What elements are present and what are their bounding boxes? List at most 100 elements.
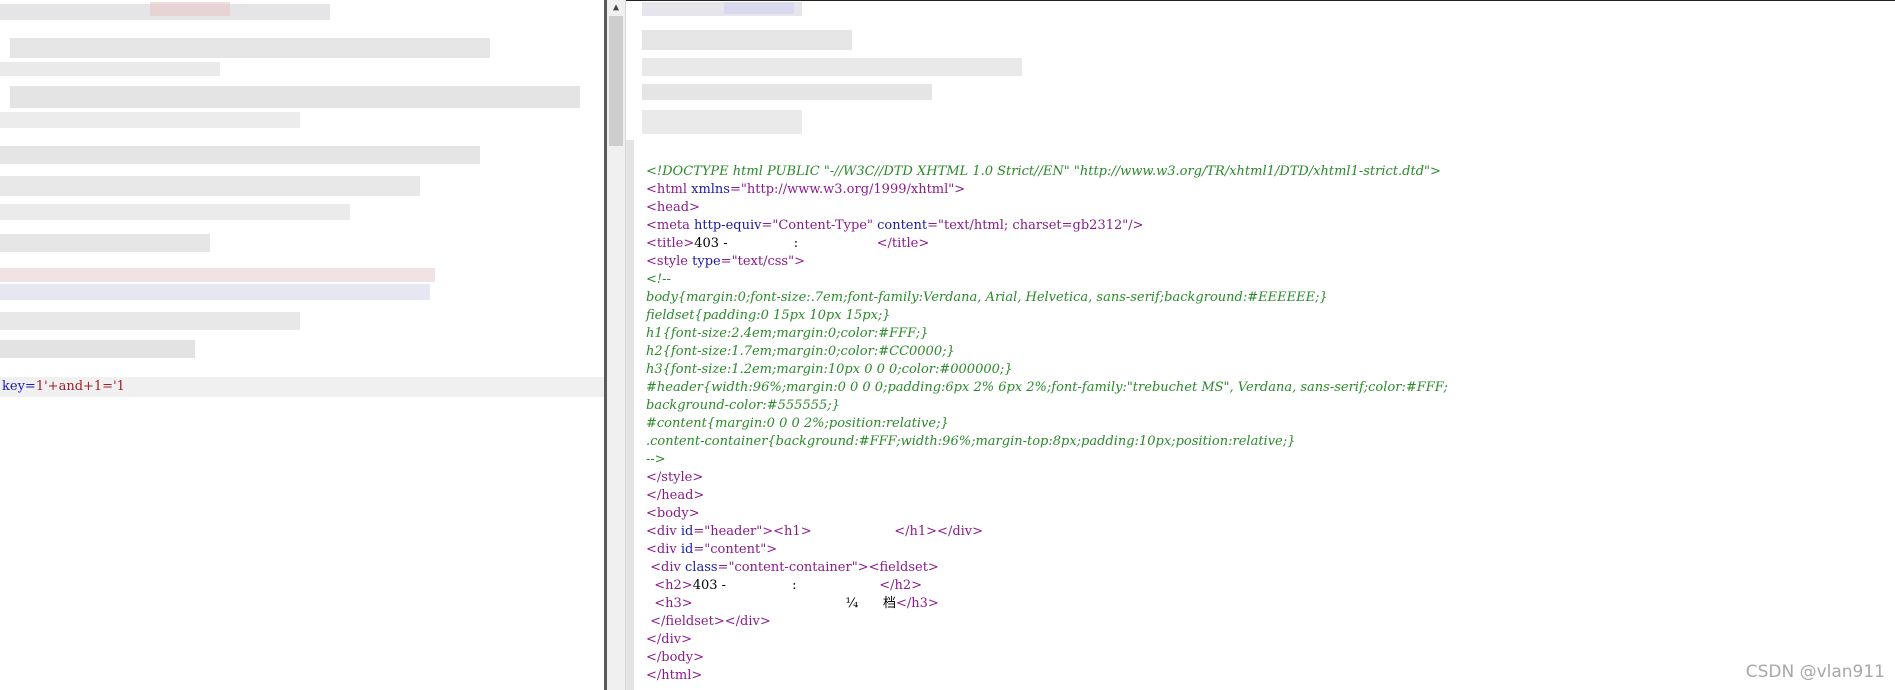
code-token: </head> [646, 488, 705, 503]
code-line: <style type="text/css"> [646, 253, 1448, 271]
code-line: </fieldset></div> [646, 613, 1448, 631]
code-token: type [692, 254, 721, 269]
code-line: <html xmlns="http://www.w3.org/1999/xhtm… [646, 181, 1448, 199]
code-token: </h2> [879, 578, 922, 593]
code-token: <html [646, 182, 692, 197]
code-token: = [927, 218, 938, 233]
code-token: ¼ 档 [692, 596, 896, 611]
code-line: #content{margin:0 0 0 2%;position:relati… [646, 415, 1448, 433]
code-token: "content" [704, 542, 767, 557]
watermark: CSDN @vlan911 [1745, 662, 1885, 682]
code-line: body{margin:0;font-size:.7em;font-family… [646, 289, 1448, 307]
code-token: http-equiv [694, 218, 762, 233]
code-line: <div id="content"> [646, 541, 1448, 559]
code-token: </div> [646, 632, 692, 647]
code-token: <!-- [646, 272, 671, 287]
code-token: </h1></div> [894, 524, 984, 539]
code-line: <h2>403 - : </h2> [646, 577, 1448, 595]
code-token: content [877, 218, 928, 233]
code-line: <div class="content-container"><fieldset… [646, 559, 1448, 577]
code-token: <h2> [654, 578, 693, 593]
redacted-response-headers [634, 0, 1054, 150]
code-token: </title> [876, 236, 930, 251]
code-token: h1{font-size:2.4em;margin:0;color:#FFF;} [646, 326, 929, 341]
code-line: <h3> ¼ 档</h3> [646, 595, 1448, 613]
code-token: body{margin:0;font-size:.7em;font-family… [646, 290, 1328, 305]
code-token: --> [646, 452, 666, 467]
code-line: </html> [646, 667, 1448, 685]
code-token: ><h1> [762, 524, 812, 539]
code-line: background-color:#555555;} [646, 397, 1448, 415]
code-line: h3{font-size:1.2em;margin:10px 0 0 0;col… [646, 361, 1448, 379]
code-token: "http://www.w3.org/1999/xhtml" [740, 182, 955, 197]
response-source-code[interactable]: <!DOCTYPE html PUBLIC "-//W3C//DTD XHTML… [646, 163, 1448, 685]
code-line: <meta http-equiv="Content-Type" content=… [646, 217, 1448, 235]
code-token: #header{width:96%;margin:0 0 0 0;padding… [646, 380, 1448, 395]
response-pane[interactable]: <!DOCTYPE html PUBLIC "-//W3C//DTD XHTML… [634, 0, 1895, 690]
code-line: <body> [646, 505, 1448, 523]
code-token: ><fieldset> [857, 560, 939, 575]
code-token: <div [646, 524, 681, 539]
param-value: 1'+and+1='1 [35, 379, 125, 394]
param-equals: = [24, 379, 36, 394]
code-token: <!DOCTYPE html PUBLIC "-//W3C//DTD XHTML… [646, 164, 1441, 179]
code-token: 403 - : [692, 578, 880, 593]
code-token: = [717, 560, 729, 575]
code-token: 403 - : [694, 236, 877, 251]
code-token: h3{font-size:1.2em;margin:10px 0 0 0;col… [646, 362, 1013, 377]
scroll-up-icon[interactable]: ▲ [607, 0, 625, 16]
code-token: class [685, 560, 718, 575]
code-token: <head> [646, 200, 700, 215]
code-line: <div id="header"><h1> </h1></div> [646, 523, 1448, 541]
code-line: </head> [646, 487, 1448, 505]
code-token: </html> [646, 668, 703, 683]
code-token: <h3> [654, 596, 693, 611]
code-token: "header" [704, 524, 763, 539]
code-token: = [720, 254, 732, 269]
request-pane[interactable]: key=1'+and+1='1 [0, 0, 604, 690]
code-token: "content-container" [728, 560, 858, 575]
code-token: <div [646, 542, 681, 557]
code-token: h2{font-size:1.7em;margin:0;color:#CC000… [646, 344, 955, 359]
code-line: fieldset{padding:0 15px 10px 15px;} [646, 307, 1448, 325]
code-line: .content-container{background:#FFF;width… [646, 433, 1448, 451]
code-token: "text/html; charset=gb2312" [938, 218, 1129, 233]
code-line: --> [646, 451, 1448, 469]
editor-gutter [626, 140, 634, 690]
code-token: id [680, 524, 694, 539]
code-token: = [693, 524, 705, 539]
code-token: > [766, 542, 778, 557]
code-line: </body> [646, 649, 1448, 667]
code-token: #content{margin:0 0 0 2%;position:relati… [646, 416, 949, 431]
redacted-request-headers [0, 0, 604, 370]
code-line: <title>403 - : </title> [646, 235, 1448, 253]
scrollbar-thumb[interactable] [609, 16, 623, 146]
code-token: xmlns [691, 182, 730, 197]
param-key: key [2, 379, 25, 394]
code-token: fieldset{padding:0 15px 10px 15px;} [646, 308, 891, 323]
code-token: = [693, 542, 705, 557]
code-token: /> [1128, 218, 1144, 233]
code-token: </h3> [896, 596, 939, 611]
code-line: h2{font-size:1.7em;margin:0;color:#CC000… [646, 343, 1448, 361]
code-token: > [954, 182, 966, 197]
code-line: <!-- [646, 271, 1448, 289]
code-token: </fieldset></div> [650, 614, 771, 629]
code-line: </div> [646, 631, 1448, 649]
code-token: id [680, 542, 694, 557]
code-token: "Content-Type" [772, 218, 878, 233]
code-token: <title> [646, 236, 695, 251]
code-token: = [729, 182, 741, 197]
code-line: <!DOCTYPE html PUBLIC "-//W3C//DTD XHTML… [646, 163, 1448, 181]
code-token: <style [646, 254, 693, 269]
code-line: #header{width:96%;margin:0 0 0 0;padding… [646, 379, 1448, 397]
code-token: </style> [646, 470, 704, 485]
code-token: </body> [646, 650, 704, 665]
code-token: <div [650, 560, 685, 575]
code-token: background-color:#555555;} [646, 398, 840, 413]
code-token: .content-container{background:#FFF;width… [646, 434, 1296, 449]
code-line: </style> [646, 469, 1448, 487]
code-line: h1{font-size:2.4em;margin:0;color:#FFF;} [646, 325, 1448, 343]
request-body-param[interactable]: key=1'+and+1='1 [0, 377, 604, 397]
